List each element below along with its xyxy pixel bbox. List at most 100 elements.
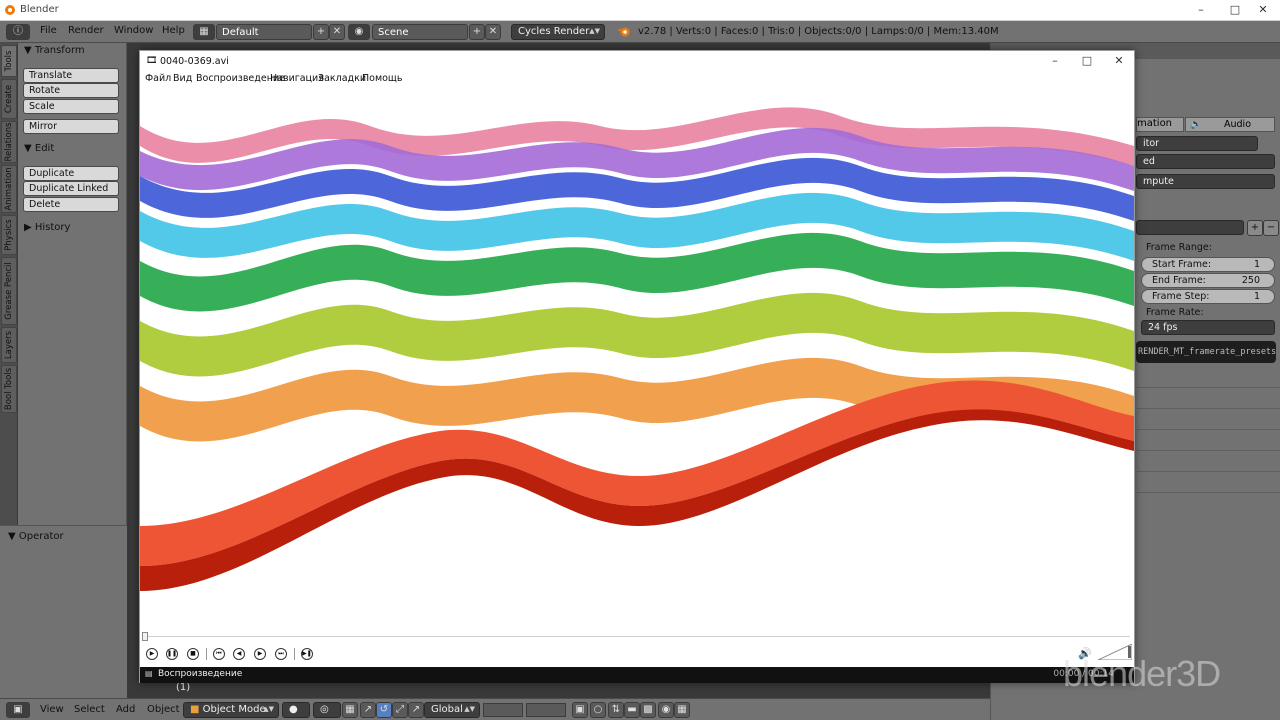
player-menu-view[interactable]: Вид xyxy=(173,73,192,84)
scale-manipulator-icon[interactable]: ⤢ xyxy=(392,702,408,718)
mode-dropdown[interactable]: ■ Object Mode ▲▼ xyxy=(183,702,279,718)
menu-render[interactable]: Render xyxy=(68,25,104,36)
tooltip: RENDER_MT_framerate_presets xyxy=(1136,341,1276,363)
player-menu-navigation[interactable]: Навигация xyxy=(270,73,324,84)
layer-buttons[interactable] xyxy=(483,703,523,717)
render-icon[interactable]: ◉ xyxy=(658,702,674,718)
add-scene-icon[interactable]: + xyxy=(469,24,485,40)
tab-bool-tools[interactable]: Bool Tools xyxy=(1,365,17,413)
add-layout-icon[interactable]: + xyxy=(313,24,329,40)
play-button[interactable]: ▶ xyxy=(146,648,158,660)
ed-dropdown[interactable]: ed xyxy=(1136,154,1275,169)
menu-file[interactable]: File xyxy=(40,25,57,36)
rotate-manipulator-icon[interactable]: ↺ xyxy=(376,702,392,718)
pivot-dropdown[interactable]: ◎ xyxy=(313,702,341,718)
next-button[interactable]: ⏭ xyxy=(275,648,287,660)
duplicate-button[interactable]: Duplicate xyxy=(23,166,119,181)
compute-dropdown[interactable]: mpute xyxy=(1136,174,1275,189)
translate-manipulator-icon[interactable]: ↗ xyxy=(360,702,376,718)
seek-bar[interactable] xyxy=(144,636,1130,640)
orientation-dropdown[interactable]: Global ▲▼ xyxy=(424,702,480,718)
previous-button[interactable]: ⏮ xyxy=(213,648,225,660)
layer-lock-icon[interactable]: ▣ xyxy=(572,702,588,718)
presets-dropdown[interactable] xyxy=(1136,220,1244,235)
video-frame[interactable] xyxy=(140,86,1134,631)
updown-arrow-icon: ▲▼ xyxy=(589,27,600,35)
player-menu-bookmarks[interactable]: Закладки xyxy=(318,73,366,84)
minimize-button[interactable]: – xyxy=(1184,0,1218,21)
frame-step-field[interactable]: Frame Step: 1 xyxy=(1141,289,1275,304)
tab-audio[interactable]: 🔈 Audio xyxy=(1185,117,1275,132)
delete-button[interactable]: Delete xyxy=(23,197,119,212)
remove-preset-icon[interactable]: − xyxy=(1263,220,1279,236)
rewind-button[interactable]: ◀ xyxy=(233,648,245,660)
film-icon: 🎞 xyxy=(146,56,158,66)
menu-view[interactable]: View xyxy=(40,704,64,715)
remove-layout-icon[interactable]: ✕ xyxy=(329,24,345,40)
duplicate-linked-button[interactable]: Duplicate Linked xyxy=(23,181,119,196)
snap-icon[interactable]: ⇅ xyxy=(608,702,624,718)
orientation-icon[interactable]: ↗ xyxy=(408,702,424,718)
player-maximize-button[interactable]: □ xyxy=(1072,51,1102,72)
menu-window[interactable]: Window xyxy=(114,25,153,36)
rotate-button[interactable]: Rotate xyxy=(23,83,119,98)
tab-animation[interactable]: mation xyxy=(1136,117,1184,132)
window-title: Blender xyxy=(20,4,59,15)
proportional-edit-icon[interactable]: ○ xyxy=(590,702,606,718)
render-animation-icon[interactable]: ▦ xyxy=(674,702,690,718)
tab-create[interactable]: Create xyxy=(1,79,17,119)
panel-divider xyxy=(1137,408,1280,409)
seek-thumb[interactable] xyxy=(142,632,148,641)
player-titlebar: 🎞 0040-0369.avi – □ ✕ xyxy=(140,51,1134,72)
transform-panel-header[interactable]: ▼ Transform xyxy=(24,45,85,56)
translate-button[interactable]: Translate xyxy=(23,68,119,83)
tab-layers[interactable]: Layers xyxy=(1,327,17,363)
tab-tools[interactable]: Tools xyxy=(1,45,17,77)
tab-grease-pencil[interactable]: Grease Pencil xyxy=(1,257,17,325)
mirror-button[interactable]: Mirror xyxy=(23,119,119,134)
screen-layout-icon[interactable]: ▦ xyxy=(193,24,215,40)
scene-icon[interactable]: ◉ xyxy=(348,24,370,40)
info-header: ⓘ File Render Window Help ▦ Default + ✕ … xyxy=(0,21,1280,43)
add-preset-icon[interactable]: + xyxy=(1247,220,1263,236)
layer-buttons[interactable] xyxy=(526,703,566,717)
render-engine-dropdown[interactable]: Cycles Render ▲▼ xyxy=(511,24,605,40)
forward-button[interactable]: ▶ xyxy=(254,648,266,660)
tab-animation[interactable]: Animation xyxy=(1,165,17,213)
operator-panel-header[interactable]: ▼ Operator xyxy=(8,531,64,542)
close-button[interactable]: ✕ xyxy=(1246,0,1280,21)
player-menu-help[interactable]: Помощь xyxy=(362,73,402,84)
status-icon: ▤ xyxy=(145,669,153,678)
editor-type-info-icon[interactable]: ⓘ xyxy=(6,24,30,40)
menu-select[interactable]: Select xyxy=(74,704,105,715)
tab-physics[interactable]: Physics xyxy=(1,215,17,255)
menu-help[interactable]: Help xyxy=(162,25,185,36)
start-frame-field[interactable]: Start Frame: 1 xyxy=(1141,257,1275,272)
end-frame-field[interactable]: End Frame: 250 xyxy=(1141,273,1275,288)
player-menu-file[interactable]: Файл xyxy=(145,73,171,84)
layout-field[interactable]: Default xyxy=(216,24,312,40)
shading-dropdown[interactable]: ● xyxy=(282,702,310,718)
manipulator-toggle-icon[interactable]: ▦ xyxy=(342,702,358,718)
player-menubar: Файл Вид Воспроизведение Навигация Закла… xyxy=(140,72,1134,86)
tab-relations[interactable]: Relations xyxy=(1,121,17,163)
panel-divider xyxy=(1137,429,1280,430)
editor-dropdown[interactable]: itor xyxy=(1136,136,1258,151)
frame-rate-dropdown[interactable]: 24 fps xyxy=(1141,320,1275,335)
scale-button[interactable]: Scale xyxy=(23,99,119,114)
scene-field[interactable]: Scene xyxy=(372,24,468,40)
remove-scene-icon[interactable]: ✕ xyxy=(485,24,501,40)
player-close-button[interactable]: ✕ xyxy=(1104,51,1134,72)
player-minimize-button[interactable]: – xyxy=(1040,51,1070,72)
editor-type-3d-icon[interactable]: ▣ xyxy=(6,702,30,718)
snap-target-icon[interactable]: ▬ xyxy=(624,702,640,718)
edit-panel-header[interactable]: ▼ Edit xyxy=(24,143,54,154)
history-panel-header[interactable]: ▶ History xyxy=(24,222,70,233)
snap-element-icon[interactable]: ▩ xyxy=(640,702,656,718)
frame-step-button[interactable]: ▶❚ xyxy=(301,648,313,660)
pause-button[interactable]: ❚❚ xyxy=(166,648,178,660)
stop-button[interactable]: ■ xyxy=(187,648,199,660)
menu-object[interactable]: Object xyxy=(147,704,180,715)
media-player-window[interactable]: 🎞 0040-0369.avi – □ ✕ Файл Вид Воспроизв… xyxy=(139,50,1135,683)
menu-add[interactable]: Add xyxy=(116,704,135,715)
